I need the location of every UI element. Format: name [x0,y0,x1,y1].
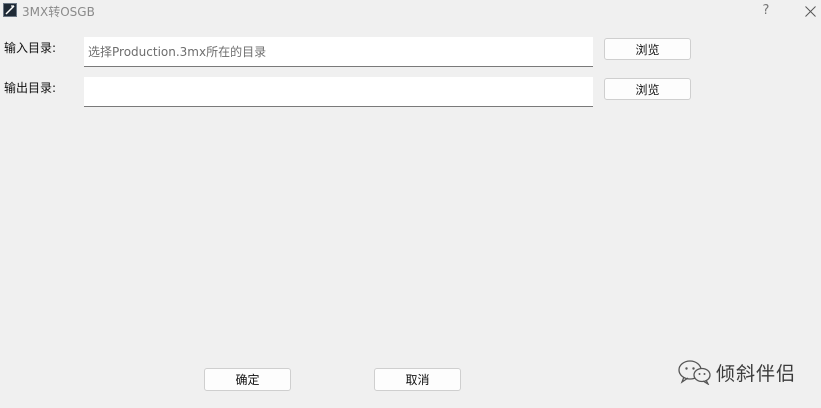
output-dir-field[interactable] [84,77,593,107]
input-dir-field[interactable] [84,37,593,67]
output-dir-label: 输出目录: [4,81,57,95]
wechat-icon [678,360,711,385]
app-icon [3,3,17,17]
title-bar: 3MX转OSGB ? [0,0,821,24]
input-dir-browse-button[interactable]: 浏览 [604,38,691,60]
watermark: 倾斜伴侣 [676,358,796,386]
output-dir-browse-button[interactable]: 浏览 [604,78,691,100]
close-icon [804,6,816,17]
help-button[interactable]: ? [756,2,776,20]
watermark-text: 倾斜伴侣 [716,362,797,385]
cancel-button[interactable]: 取消 [374,368,461,391]
close-button[interactable] [800,2,820,20]
input-dir-label: 输入目录: [4,41,57,55]
ok-button[interactable]: 确定 [204,368,291,391]
window-title: 3MX转OSGB [22,5,95,19]
